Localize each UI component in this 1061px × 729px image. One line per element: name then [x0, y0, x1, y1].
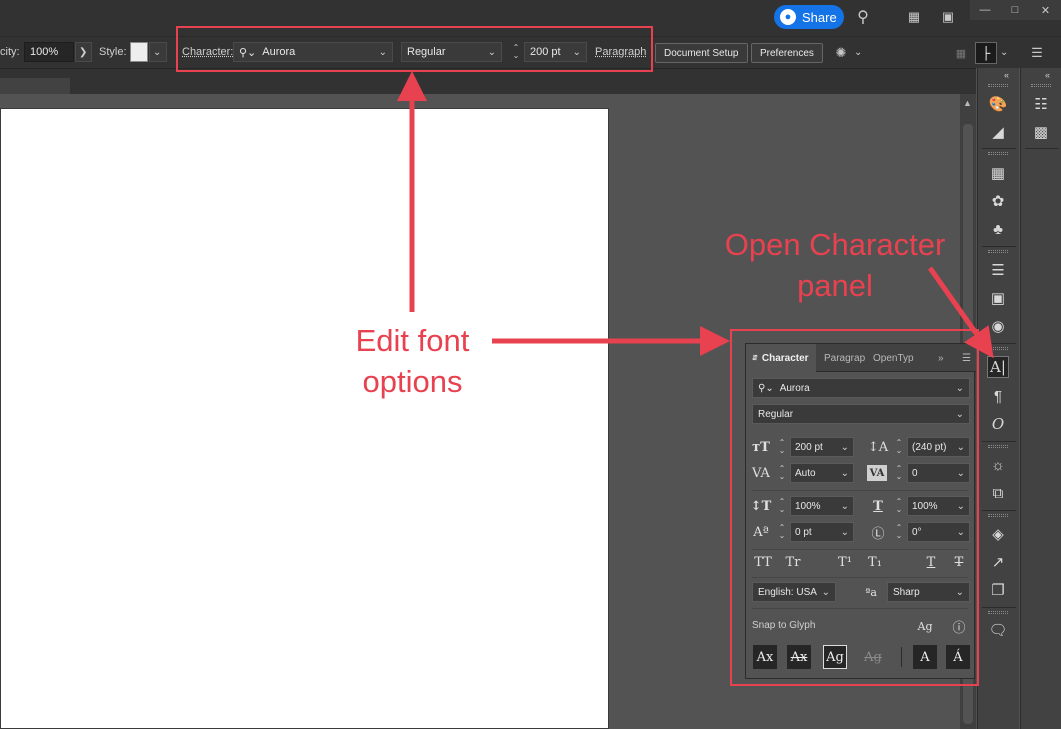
annotation-open-character-line1: Open Character — [724, 227, 946, 262]
annotation-open-character-line2: panel — [797, 268, 873, 303]
annotation-open-character: Open Character panel — [700, 224, 970, 306]
annotation-arrows — [397, 71, 994, 359]
annotation-edit-font-line2: options — [362, 364, 463, 399]
annotation-edit-font-line1: Edit font — [355, 323, 470, 358]
annotation-edit-font: Edit font options — [320, 320, 505, 402]
